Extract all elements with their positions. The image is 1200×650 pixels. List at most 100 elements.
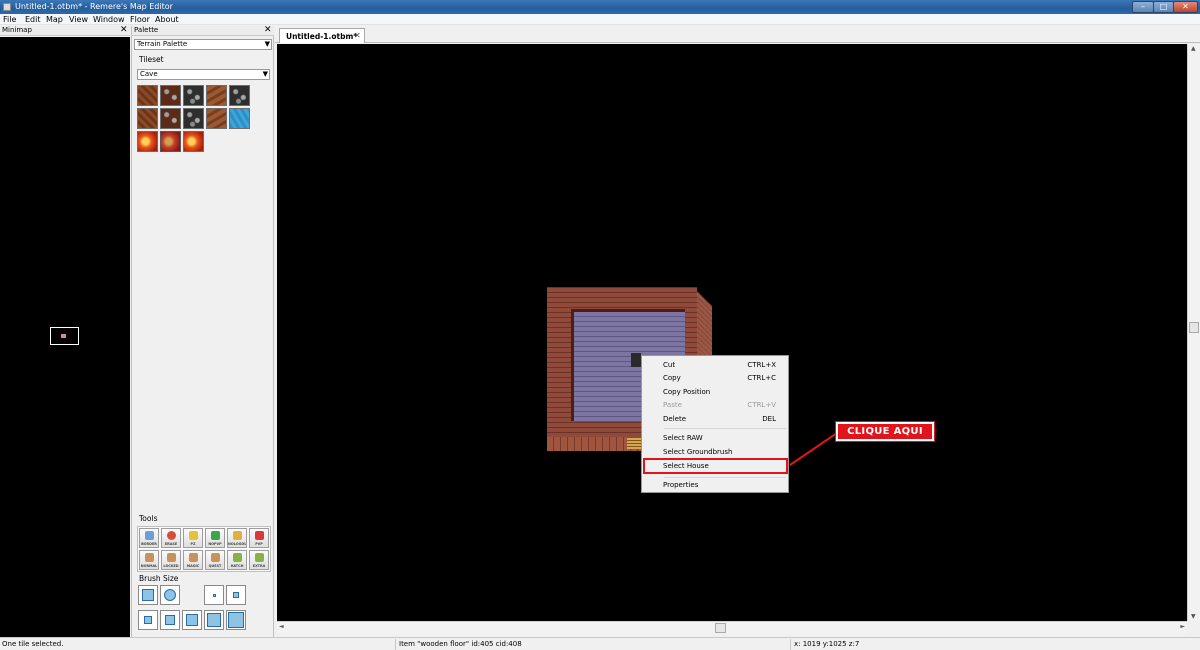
brush-size-label: Brush Size <box>139 574 179 583</box>
tile-rock[interactable] <box>229 85 250 106</box>
tool-nologout-button[interactable]: NOLOGOUT <box>227 528 247 548</box>
ctx-delete[interactable]: Delete DEL <box>643 413 788 426</box>
ctx-label: Select House <box>663 462 709 470</box>
palette-title: Palette <box>134 26 159 34</box>
tile-lava[interactable] <box>137 131 158 152</box>
tool-quest-door-button[interactable]: QUEST <box>205 550 225 570</box>
door-icon <box>145 553 154 562</box>
door-icon <box>211 553 220 562</box>
menu-about[interactable]: About <box>155 15 179 24</box>
ctx-select-raw[interactable]: Select RAW <box>643 432 788 445</box>
square-brush-icon <box>142 589 154 601</box>
tile-rock[interactable] <box>183 108 204 129</box>
tile-lava[interactable] <box>183 131 204 152</box>
tile-dirt[interactable] <box>206 85 227 106</box>
horizontal-scroll-thumb[interactable] <box>715 623 726 633</box>
tool-label: QUEST <box>208 564 222 568</box>
brush-size-7-button[interactable] <box>226 610 246 630</box>
tile-dirt[interactable] <box>206 108 227 129</box>
minimap-header: Minimap ✕ <box>0 25 130 36</box>
tool-label: ERASE <box>164 542 178 546</box>
tool-normal-door-button[interactable]: NORMAL <box>139 550 159 570</box>
brush-size-6-button[interactable] <box>204 610 224 630</box>
annotation-text: CLIQUE AQUI <box>847 426 923 437</box>
minimize-button[interactable]: – <box>1132 1 1154 13</box>
map-canvas[interactable] <box>277 44 1187 621</box>
tile-lava[interactable] <box>160 131 181 152</box>
menu-edit[interactable]: Edit <box>25 15 41 24</box>
ctx-cut[interactable]: Cut CTRL+X <box>643 359 788 372</box>
menu-window[interactable]: Window <box>93 15 125 24</box>
menu-view[interactable]: View <box>69 15 88 24</box>
tool-erase-button[interactable]: ERASE <box>161 528 181 548</box>
tab-label: Untitled-1.otbm* <box>286 32 358 41</box>
brush-square-shape-button[interactable] <box>138 585 158 605</box>
ctx-copy[interactable]: Copy CTRL+C <box>643 372 788 385</box>
scroll-left-icon[interactable]: ◄ <box>279 623 284 630</box>
tool-nopvp-button[interactable]: NOPVP <box>205 528 225 548</box>
ctx-copy-position[interactable]: Copy Position <box>643 386 788 399</box>
ctx-properties[interactable]: Properties <box>643 479 788 492</box>
tool-border-button[interactable]: BORDER <box>139 528 159 548</box>
tile-dirt[interactable] <box>137 85 158 106</box>
tool-hatch-button[interactable]: HATCH <box>227 550 247 570</box>
tile-water[interactable] <box>229 108 250 129</box>
tool-locked-door-button[interactable]: LOCKED <box>161 550 181 570</box>
minimap-close-icon[interactable]: ✕ <box>120 25 128 35</box>
app-icon <box>3 3 11 11</box>
scroll-down-icon[interactable]: ▼ <box>1191 613 1196 620</box>
tool-magic-door-button[interactable]: MAGIC <box>183 550 203 570</box>
tool-pvp-button[interactable]: PVP <box>249 528 269 548</box>
tab-untitled-map[interactable]: Untitled-1.otbm* ✕ <box>279 28 365 43</box>
brush-size-1-button[interactable] <box>204 585 224 605</box>
minimap-view[interactable] <box>0 37 130 637</box>
tile-dirt[interactable] <box>137 108 158 129</box>
horizontal-scrollbar[interactable]: ◄ ► <box>277 621 1187 634</box>
brush-size-3-button[interactable] <box>138 610 158 630</box>
ctx-paste: Paste CTRL+V <box>643 399 788 412</box>
tile-rock[interactable] <box>183 85 204 106</box>
palette-close-icon[interactable]: ✕ <box>264 25 272 35</box>
close-tab-icon[interactable]: ✕ <box>354 31 361 40</box>
pz-icon <box>189 531 198 540</box>
menu-file[interactable]: File <box>3 15 16 24</box>
annotation-callout: CLIQUE AQUI <box>835 421 935 442</box>
ctx-select-house[interactable]: Select House <box>643 458 788 474</box>
maximize-button[interactable]: □ <box>1153 1 1174 13</box>
brush-size-2-button[interactable] <box>226 585 246 605</box>
minimap-viewport-frame[interactable] <box>50 327 79 345</box>
brush-size-4-button[interactable] <box>160 610 180 630</box>
house-door <box>627 437 641 449</box>
brush-size-5-button[interactable] <box>182 610 202 630</box>
vertical-scrollbar[interactable]: ▲ ▼ <box>1187 44 1200 621</box>
ctx-separator <box>664 477 786 478</box>
status-divider <box>790 639 791 650</box>
scroll-up-icon[interactable]: ▲ <box>1191 45 1196 52</box>
minimap-house-marker <box>61 334 66 338</box>
tile-rock[interactable] <box>160 108 181 129</box>
ctx-label: Cut <box>663 361 676 369</box>
tool-pz-button[interactable]: PZ <box>183 528 203 548</box>
tile-rock[interactable] <box>160 85 181 106</box>
brush-size-grid <box>137 585 271 634</box>
vertical-scroll-thumb[interactable] <box>1189 322 1199 333</box>
menu-floor[interactable]: Floor <box>130 15 150 24</box>
brush-size-icon <box>186 614 198 626</box>
scroll-right-icon[interactable]: ► <box>1180 623 1185 630</box>
tileset-label: Tileset <box>139 55 164 64</box>
palette-panel: Palette ✕ Terrain Palette ▼ Tileset Cave… <box>131 25 274 637</box>
selected-tile <box>631 353 641 367</box>
door-icon <box>167 553 176 562</box>
close-window-button[interactable]: ✕ <box>1173 1 1198 13</box>
tileset-select[interactable]: Cave ▼ <box>137 69 270 80</box>
brush-size-icon <box>233 592 239 598</box>
hatch-icon <box>233 553 242 562</box>
ctx-separator <box>664 428 786 429</box>
window-title: Untitled-1.otbm* - Remere's Map Editor <box>15 2 173 11</box>
menu-map[interactable]: Map <box>46 15 63 24</box>
brush-circle-shape-button[interactable] <box>160 585 180 605</box>
tool-extra-button[interactable]: EXTRA <box>249 550 269 570</box>
brush-size-icon <box>213 594 216 597</box>
ctx-shortcut: CTRL+X <box>747 361 776 369</box>
palette-type-select[interactable]: Terrain Palette ▼ <box>134 39 272 50</box>
